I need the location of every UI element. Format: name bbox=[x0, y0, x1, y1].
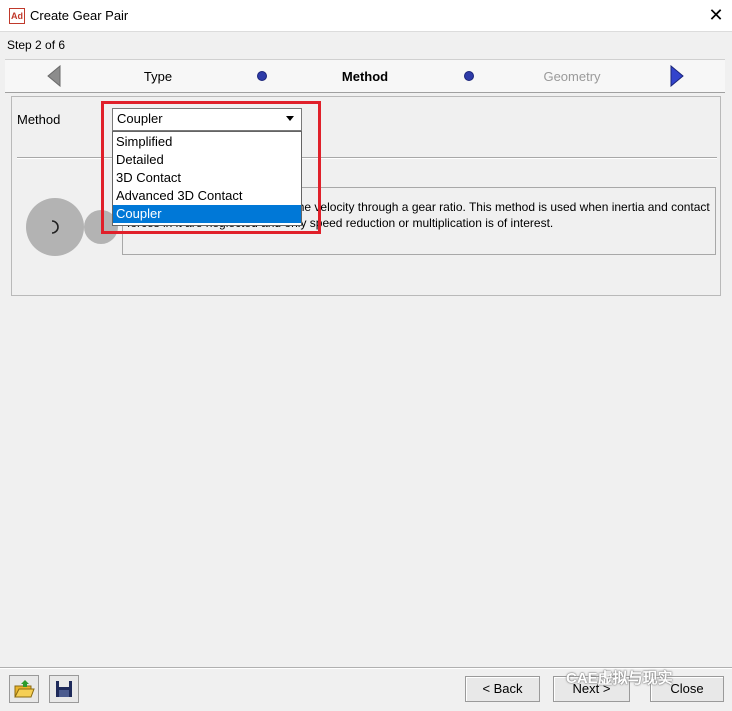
step-dot bbox=[464, 71, 474, 81]
open-button[interactable] bbox=[9, 675, 39, 703]
method-label: Method bbox=[17, 112, 61, 127]
step-indicator: Step 2 of 6 bbox=[7, 38, 66, 52]
app-icon: Ad bbox=[9, 8, 25, 24]
watermark-text: CAE虚拟与现实 bbox=[566, 670, 673, 687]
save-button[interactable] bbox=[49, 675, 79, 703]
triangle-left-icon[interactable] bbox=[47, 65, 61, 87]
window-title: Create Gear Pair bbox=[30, 8, 129, 23]
highlight-frame bbox=[101, 101, 321, 234]
step-type[interactable]: Type bbox=[98, 69, 218, 84]
back-button[interactable]: < Back bbox=[465, 676, 540, 702]
triangle-right-icon[interactable] bbox=[670, 65, 684, 87]
close-window-icon[interactable]: ✕ bbox=[706, 4, 726, 26]
step-method[interactable]: Method bbox=[305, 69, 425, 84]
step-geometry[interactable]: Geometry bbox=[512, 69, 632, 84]
step-dot bbox=[257, 71, 267, 81]
folder-open-icon bbox=[14, 680, 35, 698]
floppy-disk-icon bbox=[56, 681, 72, 697]
gear-rotation-arc-icon bbox=[51, 220, 59, 234]
